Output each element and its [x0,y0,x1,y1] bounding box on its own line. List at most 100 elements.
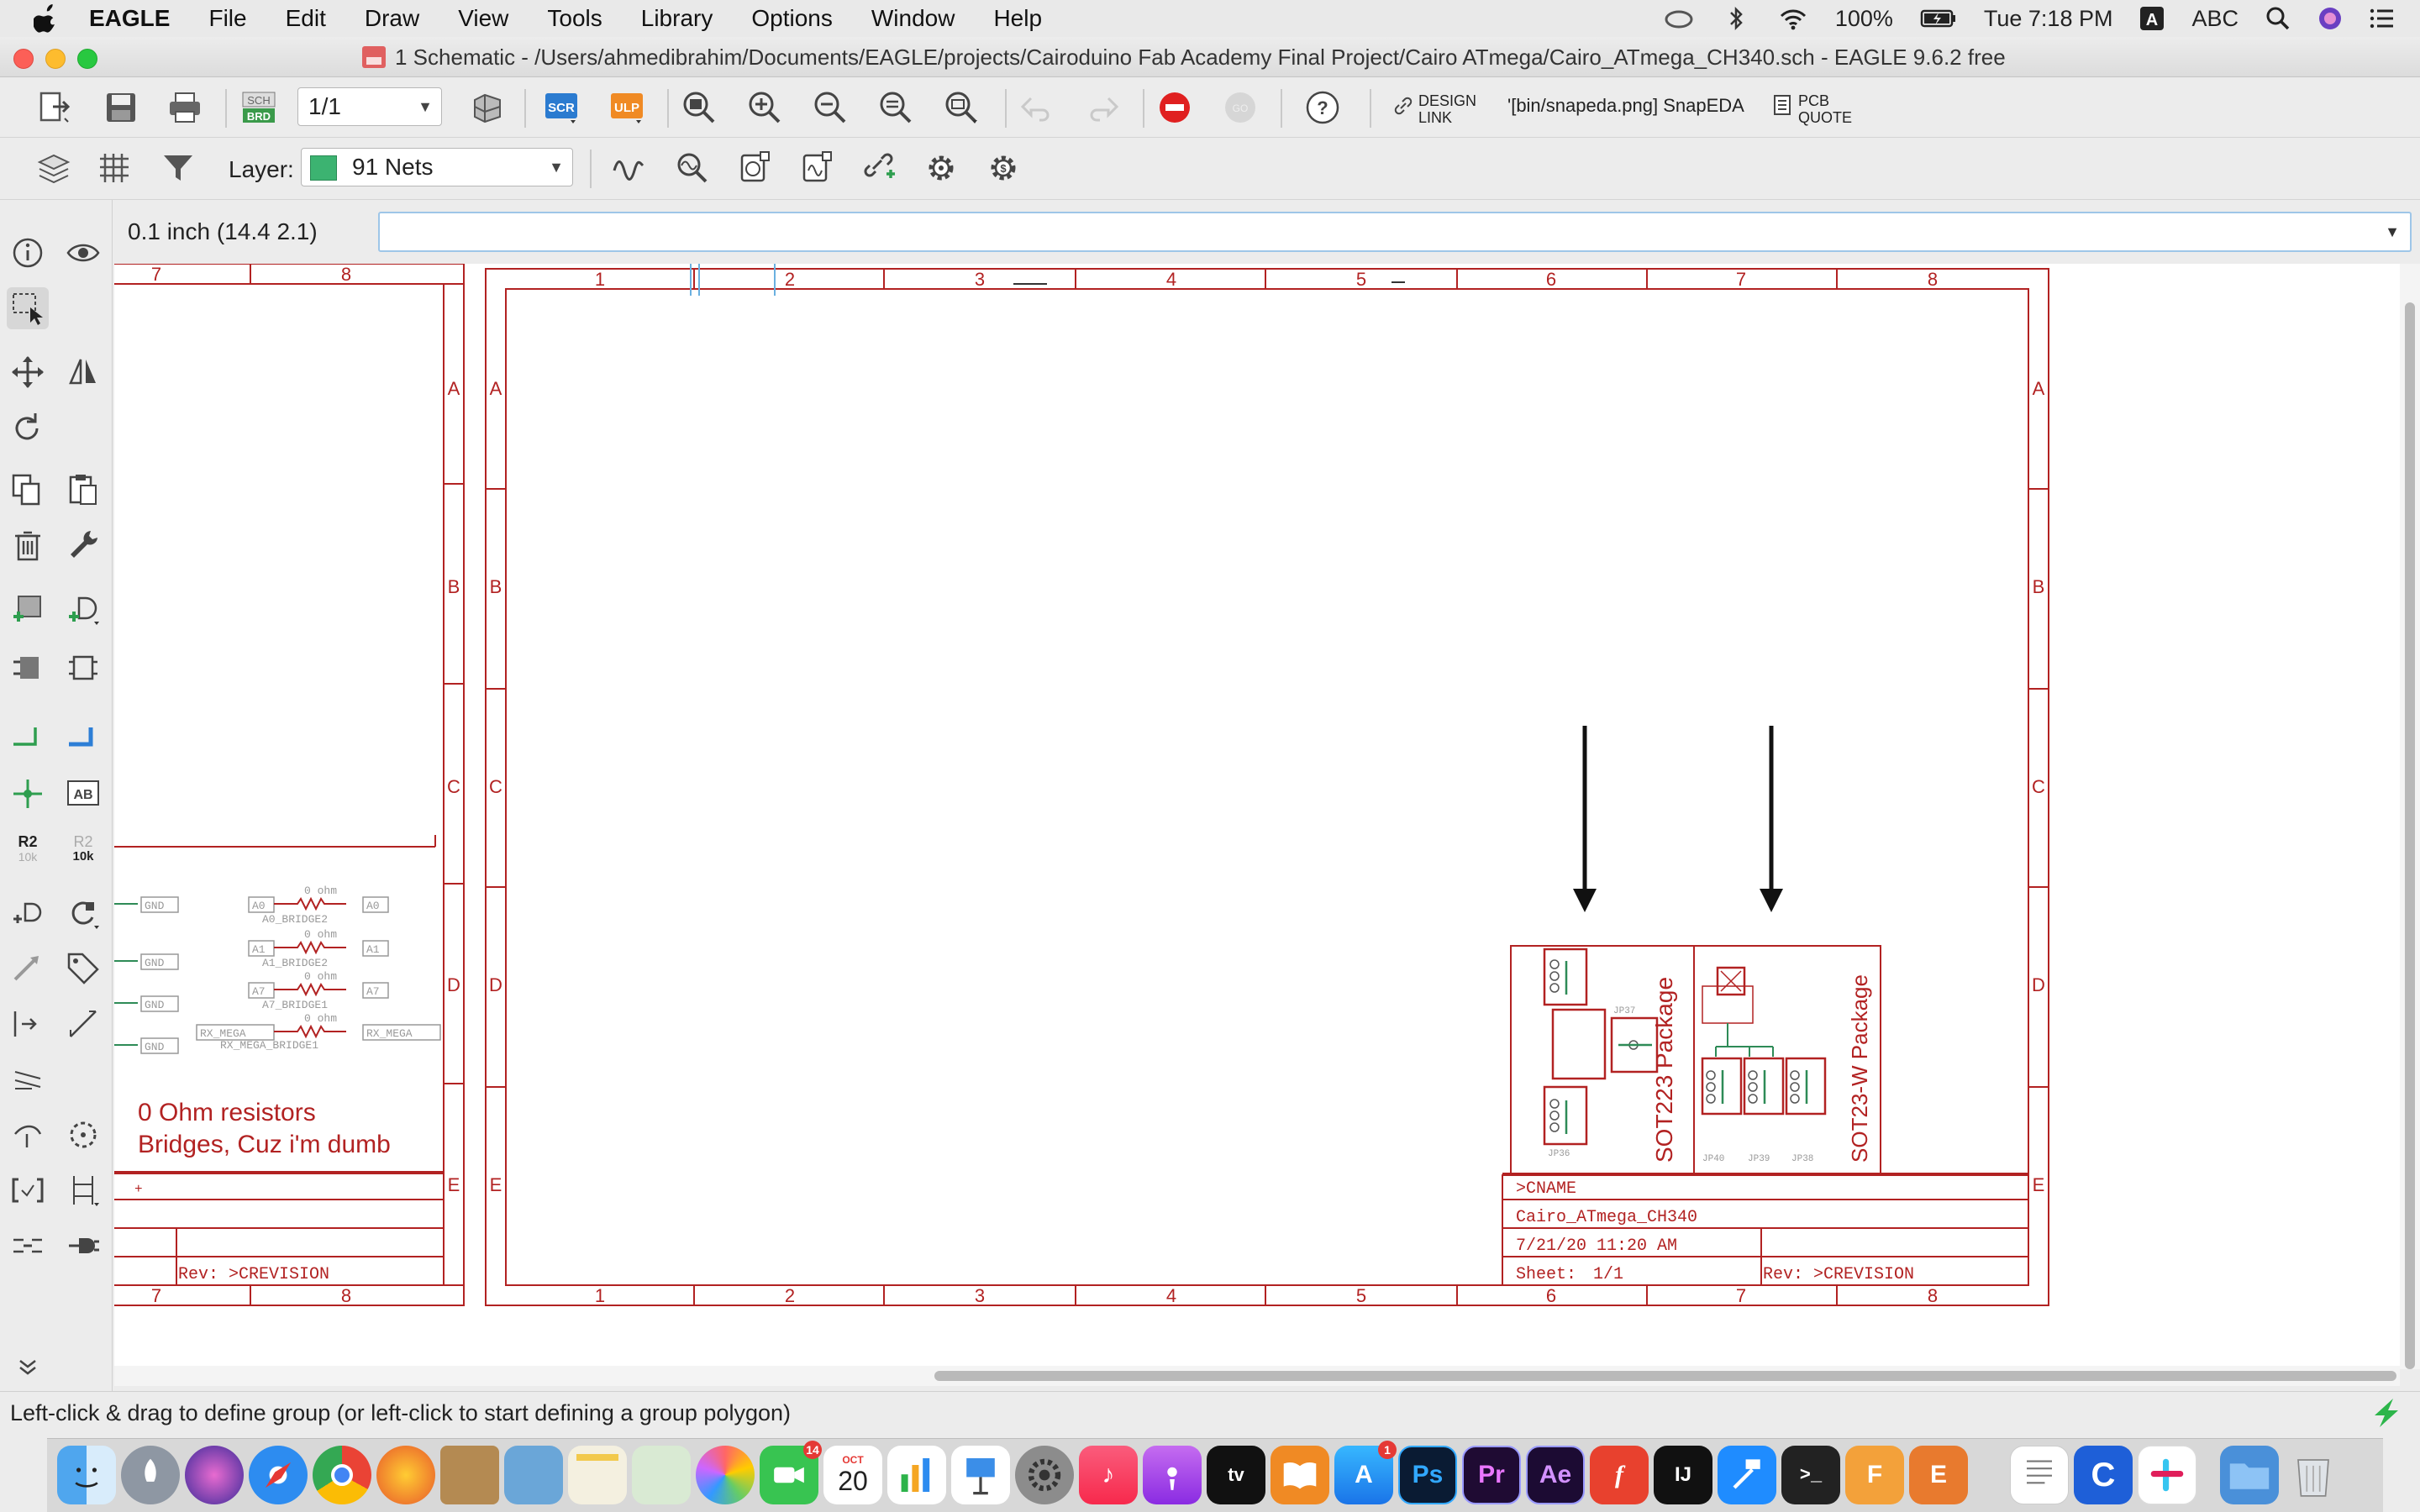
zoom-in-button[interactable] [744,87,785,128]
add-gate-tool[interactable] [62,588,104,630]
dock-keynote[interactable] [951,1446,1010,1504]
input-source-icon[interactable]: A [2139,6,2165,31]
dock-xcode[interactable] [1718,1446,1776,1504]
dock-after-effects[interactable]: Ae [1526,1446,1585,1504]
command-history-dropdown[interactable]: ▼ [2385,223,2400,241]
route-tool[interactable] [62,1225,104,1267]
snapeda-button[interactable]: '[bin/snapeda.png] SnapEDA [1507,97,1744,115]
dock-intellij[interactable]: IJ [1654,1446,1712,1504]
net-tool[interactable] [7,716,49,758]
vertical-scrollbar[interactable] [2400,264,2420,1369]
dock-preview[interactable] [504,1446,563,1504]
pinswap-tool[interactable] [62,647,104,689]
dock-facetime[interactable]: 14 [760,1441,822,1504]
dock-tv[interactable]: tv [1207,1446,1265,1504]
group-tool[interactable] [7,287,49,329]
zoom-previous-button[interactable] [876,87,916,128]
battery-icon[interactable] [1920,6,1957,31]
expand-palette-button[interactable] [7,1346,49,1388]
dock-downloads-folder[interactable] [2220,1446,2279,1504]
stop-button[interactable] [1155,87,1195,128]
help-button[interactable]: ? [1302,87,1343,128]
dock-system-preferences[interactable] [1015,1446,1074,1504]
dock-calendar[interactable]: OCT 20 [823,1446,882,1504]
command-line-input[interactable] [378,212,2412,252]
dock-chrome[interactable] [313,1446,371,1504]
undo-button[interactable] [1017,87,1057,128]
info-tool[interactable] [7,232,49,274]
frame-tool[interactable] [7,1169,49,1211]
close-window-button[interactable] [13,49,34,69]
dock-music[interactable]: ♪ [1079,1446,1138,1504]
menu-library[interactable]: Library [641,5,713,32]
save-button[interactable] [101,87,141,128]
zoom-select-button[interactable] [941,87,981,128]
delete-tool[interactable] [7,524,49,566]
apple-menu-icon[interactable] [34,4,59,33]
notification-center-icon[interactable] [2370,6,2395,31]
dock-launchpad[interactable] [121,1446,180,1504]
horizontal-scroll-thumb[interactable] [934,1371,2396,1381]
dock-photos[interactable] [696,1446,755,1504]
mirror-tool[interactable] [62,351,104,393]
junction-tool[interactable] [7,773,49,815]
vertical-scroll-thumb[interactable] [2405,302,2415,1369]
simulate-button[interactable] [608,148,649,188]
dock-numbers[interactable] [887,1446,946,1504]
smash-tool[interactable] [7,892,49,934]
zoom-window-button[interactable] [77,49,97,69]
grid-button[interactable] [94,148,134,188]
spice-model-button[interactable] [734,148,775,188]
paste-tool[interactable] [62,469,104,511]
design-link-button[interactable]: DESIGN LINK [1418,92,1476,126]
menu-options[interactable]: Options [751,5,833,32]
dock-app-store[interactable]: A1 [1334,1441,1397,1504]
dock-cinema4d[interactable]: C [2074,1446,2133,1504]
dock-eagle[interactable]: E [1909,1446,1968,1504]
creative-cloud-icon[interactable] [1664,6,1694,31]
add-part-tool[interactable] [7,588,49,630]
dock-firefox[interactable] [376,1446,435,1504]
redo-button[interactable] [1082,87,1123,128]
print-button[interactable] [165,87,205,128]
dock-podcasts[interactable] [1143,1446,1202,1504]
lightning-icon[interactable] [2370,1397,2403,1429]
ripup-tool[interactable] [7,1225,49,1267]
replace-tool[interactable] [7,647,49,689]
zoom-out-button[interactable] [810,87,850,128]
dock-slack[interactable] [2138,1446,2196,1504]
arc-tool[interactable] [7,1058,49,1100]
polygon-tool[interactable] [7,1114,49,1156]
name-tool[interactable]: R2 10k [7,828,49,870]
script-button[interactable]: SCR [541,87,581,128]
zoom-fit-button[interactable] [679,87,719,128]
attribute-tool[interactable] [62,948,104,990]
dock-finder[interactable] [57,1446,116,1504]
circle-tool[interactable] [62,1114,104,1156]
dock-terminal[interactable]: >_ [1781,1446,1840,1504]
copy-tool[interactable] [7,469,49,511]
horizontal-scrollbar[interactable] [114,1366,2400,1386]
layer-select[interactable]: 91 Nets ▼ [301,148,573,186]
siri-icon[interactable] [2317,6,2343,31]
dock-books[interactable] [1270,1446,1329,1504]
dock-fontbase[interactable]: f [1590,1446,1649,1504]
value-tool[interactable]: R2 10k [62,828,104,870]
dock-safari[interactable] [249,1446,308,1504]
bluetooth-icon[interactable] [1721,6,1751,31]
switch-sch-brd-button[interactable]: SCH BRD [239,87,279,128]
menu-draw[interactable]: Draw [365,5,419,32]
change-tool[interactable] [62,524,104,566]
ulp-button[interactable]: ULP [607,87,647,128]
menu-tools[interactable]: Tools [547,5,602,32]
schematic-drawing[interactable]: 7 8 7 8 A B C D E GND A0 0 ohm A0_BRIDGE… [114,264,2400,1369]
split-tool[interactable] [7,948,49,990]
dock-photoshop[interactable]: Ps [1398,1446,1457,1504]
stack-layers-button[interactable] [467,87,508,128]
pcb-quote-button[interactable]: PCB QUOTE [1798,92,1852,126]
gateswap-tool[interactable] [7,1003,49,1045]
dock-maps[interactable] [632,1446,691,1504]
dock-textedit[interactable] [2010,1446,2069,1504]
simulation-options-button[interactable]: $ [983,148,1023,188]
dimension-tool[interactable] [62,1169,104,1211]
